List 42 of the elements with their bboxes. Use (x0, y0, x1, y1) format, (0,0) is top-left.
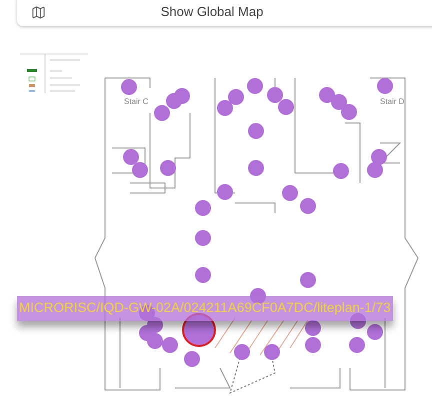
sensor-marker[interactable] (331, 94, 347, 110)
sensor-marker[interactable] (367, 162, 383, 178)
sensor-marker[interactable] (367, 324, 383, 340)
sensor-marker[interactable] (195, 230, 211, 246)
room-label: Stair C (124, 97, 148, 106)
sensor-marker[interactable] (264, 344, 280, 360)
sensor-marker[interactable] (300, 198, 316, 214)
sensor-marker[interactable] (305, 337, 321, 353)
sensor-marker[interactable] (228, 89, 244, 105)
sensor-marker[interactable] (248, 160, 264, 176)
legend-drawing (20, 54, 88, 94)
sensor-marker[interactable] (184, 351, 200, 367)
sensor-marker[interactable] (349, 337, 365, 353)
sensor-marker[interactable] (147, 333, 163, 349)
sensor-marker[interactable] (217, 184, 233, 200)
sensor-marker[interactable] (160, 160, 176, 176)
sensor-marker[interactable] (300, 272, 316, 288)
marker-tooltip: MICRORISC/IQD-GW-02A/024211A69CF0A7DC/liteplan-1/73 (17, 296, 393, 321)
sensor-marker[interactable] (154, 105, 170, 121)
sensor-marker[interactable] (278, 99, 294, 115)
sensor-marker[interactable] (132, 162, 148, 178)
sensor-marker[interactable] (341, 104, 357, 120)
map-icon (31, 4, 46, 20)
sensor-marker[interactable] (247, 78, 263, 94)
room-label: Stair D (380, 97, 404, 106)
sensor-marker[interactable] (319, 87, 335, 103)
sensor-marker[interactable] (195, 200, 211, 216)
sensor-marker[interactable] (282, 185, 298, 201)
sensor-marker[interactable] (162, 337, 178, 353)
sensor-marker[interactable] (195, 267, 211, 283)
sensor-marker[interactable] (121, 79, 137, 95)
sensor-marker[interactable] (166, 93, 182, 109)
sensor-marker[interactable] (248, 123, 264, 139)
sensor-marker[interactable] (123, 149, 139, 165)
sensor-marker[interactable] (234, 344, 250, 360)
sensor-marker[interactable] (217, 100, 233, 116)
sensor-marker[interactable] (333, 163, 349, 179)
sensor-marker[interactable] (377, 78, 393, 94)
sensor-marker[interactable] (371, 149, 387, 165)
sensor-marker[interactable] (267, 87, 283, 103)
show-global-map-button[interactable]: Show Global Map (17, 0, 432, 26)
sensor-marker[interactable] (305, 320, 321, 336)
